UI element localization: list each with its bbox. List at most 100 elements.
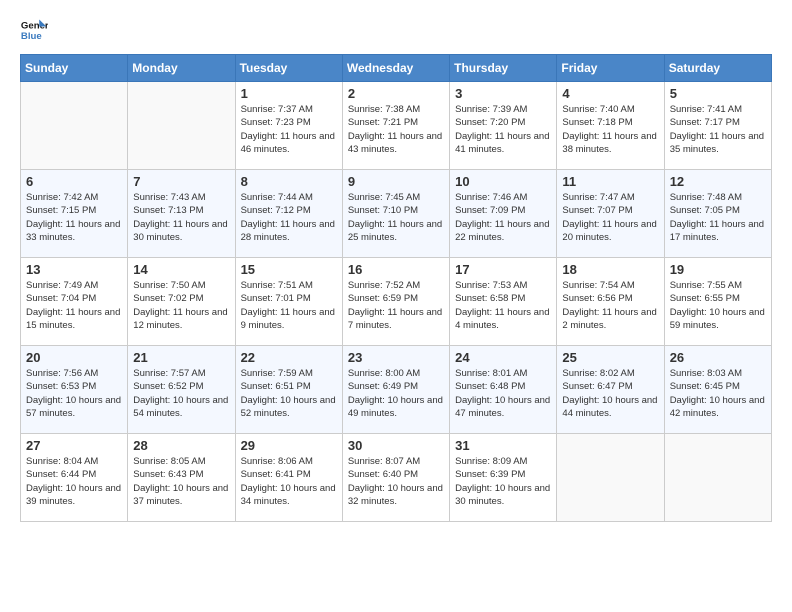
day-info: Sunrise: 8:07 AM Sunset: 6:40 PM Dayligh… — [348, 455, 444, 508]
column-header-wednesday: Wednesday — [342, 55, 449, 82]
calendar-cell: 24 Sunrise: 8:01 AM Sunset: 6:48 PM Dayli… — [450, 346, 557, 434]
calendar-cell: 12Sunrise: 7:48 AM Sunset: 7:05 PM Dayli… — [664, 170, 771, 258]
day-number: 14 — [133, 262, 229, 277]
calendar-table: SundayMondayTuesdayWednesdayThursdayFrid… — [20, 54, 772, 522]
calendar-cell: 16 Sunrise: 7:52 AM Sunset: 6:59 PM Dayli… — [342, 258, 449, 346]
day-info: Sunrise: 8:01 AM Sunset: 6:48 PM Dayligh… — [455, 367, 551, 420]
calendar-cell: 8 Sunrise: 7:44 AM Sunset: 7:12 PM Daylig… — [235, 170, 342, 258]
day-number: 3 — [455, 86, 551, 101]
day-number: 1 — [241, 86, 337, 101]
day-number: 21 — [133, 350, 229, 365]
calendar-cell: 30 Sunrise: 8:07 AM Sunset: 6:40 PM Dayli… — [342, 434, 449, 522]
logo: General Blue — [20, 16, 54, 44]
calendar-cell: 26 Sunrise: 8:03 AM Sunset: 6:45 PM Dayli… — [664, 346, 771, 434]
day-info: Sunrise: 7:49 AM Sunset: 7:04 PM Dayligh… — [26, 279, 122, 332]
day-number: 13 — [26, 262, 122, 277]
day-number: 2 — [348, 86, 444, 101]
day-info: Sunrise: 7:39 AM Sunset: 7:20 PM Dayligh… — [455, 103, 551, 156]
day-number: 17 — [455, 262, 551, 277]
calendar-cell — [557, 434, 664, 522]
calendar-cell — [21, 82, 128, 170]
calendar-cell: 25Sunrise: 8:02 AM Sunset: 6:47 PM Dayli… — [557, 346, 664, 434]
calendar-cell: 22Sunrise: 7:59 AM Sunset: 6:51 PM Dayli… — [235, 346, 342, 434]
calendar-cell: 2 Sunrise: 7:38 AM Sunset: 7:21 PM Daylig… — [342, 82, 449, 170]
column-header-tuesday: Tuesday — [235, 55, 342, 82]
calendar-week-row: 20 Sunrise: 7:56 AM Sunset: 6:53 PM Dayli… — [21, 346, 772, 434]
day-info: Sunrise: 7:46 AM Sunset: 7:09 PM Dayligh… — [455, 191, 551, 244]
day-number: 16 — [348, 262, 444, 277]
calendar-cell: 29 Sunrise: 8:06 AM Sunset: 6:41 PM Dayli… — [235, 434, 342, 522]
calendar-cell: 23 Sunrise: 8:00 AM Sunset: 6:49 PM Dayli… — [342, 346, 449, 434]
day-info: Sunrise: 7:41 AM Sunset: 7:17 PM Dayligh… — [670, 103, 766, 156]
day-number: 8 — [241, 174, 337, 189]
day-number: 15 — [241, 262, 337, 277]
day-info: Sunrise: 7:43 AM Sunset: 7:13 PM Dayligh… — [133, 191, 229, 244]
day-info: Sunrise: 8:03 AM Sunset: 6:45 PM Dayligh… — [670, 367, 766, 420]
column-header-saturday: Saturday — [664, 55, 771, 82]
day-info: Sunrise: 7:53 AM Sunset: 6:58 PM Dayligh… — [455, 279, 551, 332]
day-number: 25 — [562, 350, 658, 365]
day-number: 24 — [455, 350, 551, 365]
day-number: 12 — [670, 174, 766, 189]
day-info: Sunrise: 8:04 AM Sunset: 6:44 PM Dayligh… — [26, 455, 122, 508]
calendar-cell: 9Sunrise: 7:45 AM Sunset: 7:10 PM Daylig… — [342, 170, 449, 258]
day-number: 27 — [26, 438, 122, 453]
calendar-cell — [128, 82, 235, 170]
calendar-cell: 17 Sunrise: 7:53 AM Sunset: 6:58 PM Dayli… — [450, 258, 557, 346]
day-number: 26 — [670, 350, 766, 365]
calendar-cell: 3 Sunrise: 7:39 AM Sunset: 7:20 PM Daylig… — [450, 82, 557, 170]
day-info: Sunrise: 7:50 AM Sunset: 7:02 PM Dayligh… — [133, 279, 229, 332]
day-info: Sunrise: 7:57 AM Sunset: 6:52 PM Dayligh… — [133, 367, 229, 420]
day-info: Sunrise: 7:55 AM Sunset: 6:55 PM Dayligh… — [670, 279, 766, 332]
calendar-cell: 4 Sunrise: 7:40 AM Sunset: 7:18 PM Daylig… — [557, 82, 664, 170]
day-number: 30 — [348, 438, 444, 453]
day-info: Sunrise: 7:51 AM Sunset: 7:01 PM Dayligh… — [241, 279, 337, 332]
day-info: Sunrise: 8:06 AM Sunset: 6:41 PM Dayligh… — [241, 455, 337, 508]
day-info: Sunrise: 8:09 AM Sunset: 6:39 PM Dayligh… — [455, 455, 551, 508]
day-number: 4 — [562, 86, 658, 101]
day-info: Sunrise: 7:56 AM Sunset: 6:53 PM Dayligh… — [26, 367, 122, 420]
calendar-cell: 27 Sunrise: 8:04 AM Sunset: 6:44 PM Dayli… — [21, 434, 128, 522]
day-number: 11 — [562, 174, 658, 189]
calendar-week-row: 1 Sunrise: 7:37 AM Sunset: 7:23 PM Daylig… — [21, 82, 772, 170]
logo-icon: General Blue — [20, 16, 48, 44]
calendar-week-row: 27 Sunrise: 8:04 AM Sunset: 6:44 PM Dayli… — [21, 434, 772, 522]
day-info: Sunrise: 7:54 AM Sunset: 6:56 PM Dayligh… — [562, 279, 658, 332]
calendar-cell: 13 Sunrise: 7:49 AM Sunset: 7:04 PM Dayli… — [21, 258, 128, 346]
svg-text:Blue: Blue — [21, 31, 42, 42]
calendar-header: SundayMondayTuesdayWednesdayThursdayFrid… — [21, 55, 772, 82]
calendar-cell: 1 Sunrise: 7:37 AM Sunset: 7:23 PM Daylig… — [235, 82, 342, 170]
day-number: 29 — [241, 438, 337, 453]
calendar-cell: 7Sunrise: 7:43 AM Sunset: 7:13 PM Daylig… — [128, 170, 235, 258]
calendar-cell: 5Sunrise: 7:41 AM Sunset: 7:17 PM Daylig… — [664, 82, 771, 170]
day-info: Sunrise: 7:44 AM Sunset: 7:12 PM Dayligh… — [241, 191, 337, 244]
calendar-cell: 28 Sunrise: 8:05 AM Sunset: 6:43 PM Dayli… — [128, 434, 235, 522]
day-number: 20 — [26, 350, 122, 365]
calendar-cell: 31 Sunrise: 8:09 AM Sunset: 6:39 PM Dayli… — [450, 434, 557, 522]
calendar-body: 1 Sunrise: 7:37 AM Sunset: 7:23 PM Daylig… — [21, 82, 772, 522]
day-info: Sunrise: 7:38 AM Sunset: 7:21 PM Dayligh… — [348, 103, 444, 156]
day-info: Sunrise: 7:37 AM Sunset: 7:23 PM Dayligh… — [241, 103, 337, 156]
column-header-sunday: Sunday — [21, 55, 128, 82]
day-info: Sunrise: 7:52 AM Sunset: 6:59 PM Dayligh… — [348, 279, 444, 332]
calendar-week-row: 13 Sunrise: 7:49 AM Sunset: 7:04 PM Dayli… — [21, 258, 772, 346]
day-number: 28 — [133, 438, 229, 453]
day-number: 18 — [562, 262, 658, 277]
day-number: 31 — [455, 438, 551, 453]
day-number: 6 — [26, 174, 122, 189]
calendar-cell: 6 Sunrise: 7:42 AM Sunset: 7:15 PM Daylig… — [21, 170, 128, 258]
day-info: Sunrise: 7:42 AM Sunset: 7:15 PM Dayligh… — [26, 191, 122, 244]
day-info: Sunrise: 8:05 AM Sunset: 6:43 PM Dayligh… — [133, 455, 229, 508]
day-info: Sunrise: 8:00 AM Sunset: 6:49 PM Dayligh… — [348, 367, 444, 420]
calendar-cell — [664, 434, 771, 522]
day-number: 23 — [348, 350, 444, 365]
calendar-cell: 15 Sunrise: 7:51 AM Sunset: 7:01 PM Dayli… — [235, 258, 342, 346]
day-number: 9 — [348, 174, 444, 189]
day-info: Sunrise: 7:40 AM Sunset: 7:18 PM Dayligh… — [562, 103, 658, 156]
column-header-friday: Friday — [557, 55, 664, 82]
calendar-cell: 18 Sunrise: 7:54 AM Sunset: 6:56 PM Dayli… — [557, 258, 664, 346]
day-number: 10 — [455, 174, 551, 189]
column-header-monday: Monday — [128, 55, 235, 82]
calendar-cell: 21 Sunrise: 7:57 AM Sunset: 6:52 PM Dayli… — [128, 346, 235, 434]
calendar-cell: 14 Sunrise: 7:50 AM Sunset: 7:02 PM Dayli… — [128, 258, 235, 346]
